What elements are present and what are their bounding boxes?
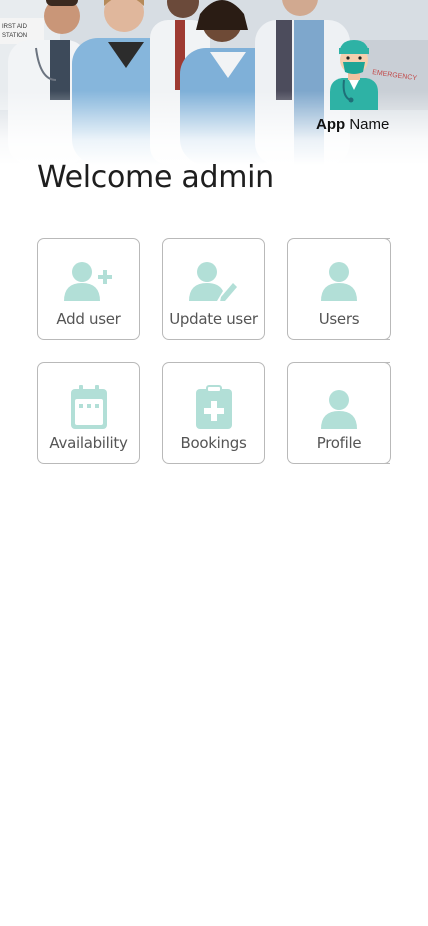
calendar-icon: [70, 385, 107, 429]
users-tile[interactable]: Users: [287, 238, 391, 340]
app-name: App Name: [316, 116, 389, 133]
bookings-label: Bookings: [180, 434, 247, 452]
add-user-tile[interactable]: Add user: [37, 238, 140, 340]
add-user-label: Add user: [56, 310, 121, 328]
app-name-rest: Name: [349, 116, 390, 133]
admin-dashboard-screen: IRST AID STATION EMERGENCY: [0, 0, 428, 926]
profile-icon: [321, 390, 357, 429]
availability-label: Availability: [49, 434, 128, 452]
bookings-tile[interactable]: Bookings: [162, 362, 265, 464]
app-name-bold: App: [316, 116, 346, 133]
users-icon: [321, 262, 357, 301]
update-user-tile[interactable]: Update user: [162, 238, 265, 340]
doctor-avatar-icon: [330, 40, 378, 110]
profile-label: Profile: [316, 434, 362, 452]
medical-clipboard-icon: [195, 385, 232, 429]
add-user-icon: [63, 262, 112, 301]
welcome-heading: Welcome admin: [37, 160, 274, 195]
update-user-label: Update user: [169, 310, 258, 328]
profile-tile[interactable]: Profile: [287, 362, 391, 464]
users-label: Users: [318, 310, 360, 328]
availability-tile[interactable]: Availability: [37, 362, 140, 464]
edit-user-icon: [188, 262, 237, 301]
